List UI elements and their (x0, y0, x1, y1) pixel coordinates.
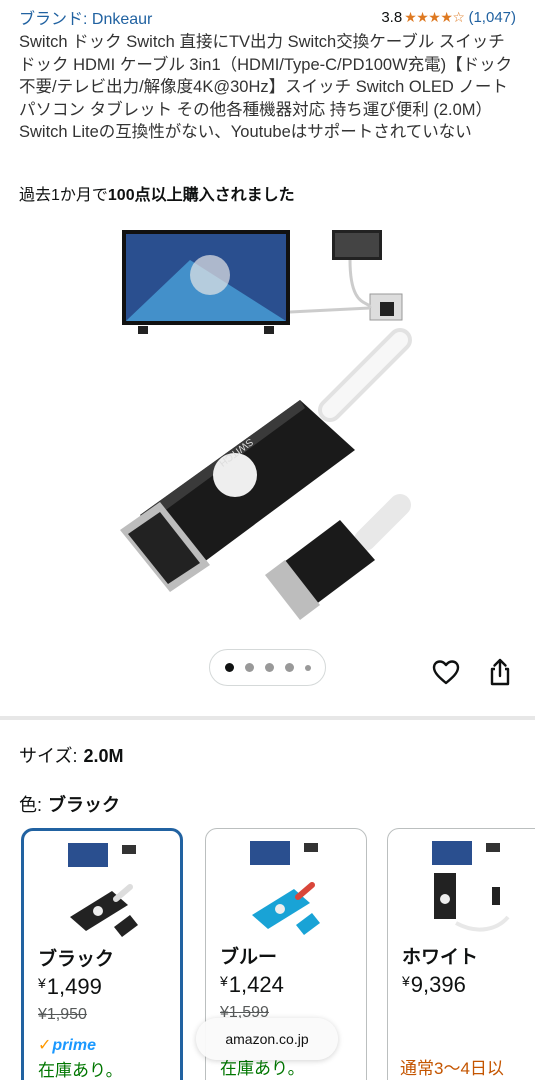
size-selector: サイズ: 2.0M (19, 742, 124, 768)
switch-console-illustration (289, 230, 403, 321)
cable-illustration: SWITCH (120, 328, 412, 620)
heart-icon[interactable] (430, 656, 462, 688)
variant-stock-status: 在庫あり。 (38, 1061, 123, 1080)
variant-list-price: ¥1,950 (38, 1006, 87, 1023)
rating[interactable]: 3.8 ★★★★☆ (1,047) (381, 9, 516, 26)
rating-value: 3.8 (381, 8, 403, 26)
variant-delivery-status: 通常3〜4日以 (400, 1059, 504, 1078)
prime-check-icon: ✓ (38, 1037, 52, 1054)
star-rating-icon: ★★★★☆ (404, 8, 465, 25)
carousel-dot[interactable] (264, 663, 274, 672)
tv-illustration (122, 230, 290, 334)
purchase-count-prefix: 過去1か月で (19, 187, 108, 204)
variant-name: ブルー (220, 947, 278, 968)
url-pill[interactable]: amazon.co.jp (196, 1018, 338, 1060)
variant-name: ブラック (38, 949, 115, 970)
prime-badge: ✓prime (38, 1035, 96, 1055)
variant-price: ¥9,396 (402, 972, 466, 998)
carousel-dot[interactable] (304, 664, 311, 671)
prime-label: prime (52, 1037, 96, 1054)
variant-price: ¥1,424 (220, 972, 284, 998)
size-value: 2.0M (83, 746, 124, 766)
header-row: ブランド: Dnkeaur 3.8 ★★★★☆ (1,047) (19, 5, 516, 29)
carousel-dot[interactable] (244, 663, 254, 672)
brand-link[interactable]: ブランド: Dnkeaur (19, 5, 152, 29)
product-image[interactable]: SWITCH (100, 220, 430, 640)
variant-thumbnail (68, 843, 138, 937)
carousel-dot[interactable] (224, 663, 234, 672)
variant-price-value: 1,499 (46, 974, 102, 999)
variant-thumbnail (432, 841, 510, 932)
variant-price-value: 1,424 (228, 972, 284, 997)
currency-symbol: ¥ (38, 975, 46, 991)
variant-card-white[interactable]: ホワイト ¥9,396 通常3〜4日以 (387, 828, 535, 1080)
product-title: Switch ドック Switch 直接にTV出力 Switch交換ケーブル ス… (19, 33, 513, 142)
variant-price: ¥1,499 (38, 974, 102, 1000)
size-label: サイズ: (19, 746, 78, 766)
variant-price-value: 9,396 (410, 972, 466, 997)
variant-name: ホワイト (402, 947, 479, 968)
variant-card-black[interactable]: ブラック ¥1,499 ¥1,950 ✓prime 在庫あり。 (21, 828, 183, 1080)
color-label: 色: (19, 795, 43, 815)
variant-thumbnail (250, 841, 320, 935)
color-selector: 色: ブラック (19, 791, 120, 817)
share-icon[interactable] (484, 656, 516, 688)
purchase-count-text: 100点以上購入されました (107, 187, 295, 204)
carousel-dot[interactable] (284, 663, 294, 672)
currency-symbol: ¥ (220, 973, 228, 989)
purchase-count: 過去1か月で100点以上購入されました (19, 181, 295, 205)
image-carousel-dots[interactable] (209, 649, 326, 686)
review-count-link[interactable]: (1,047) (468, 9, 516, 26)
color-value: ブラック (48, 795, 121, 815)
section-divider (0, 716, 535, 720)
currency-symbol: ¥ (402, 973, 410, 989)
